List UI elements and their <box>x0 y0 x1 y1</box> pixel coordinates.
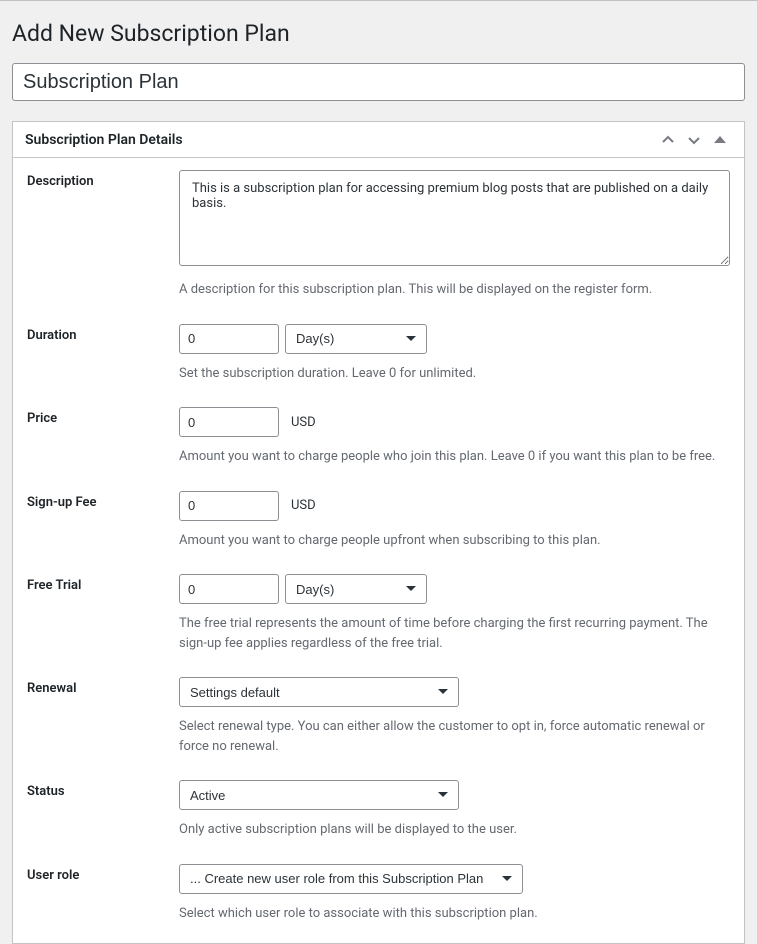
user-role-help: Select which user role to associate with… <box>179 904 730 924</box>
status-select[interactable]: Active <box>179 780 459 810</box>
duration-label: Duration <box>27 324 179 343</box>
free-trial-help: The free trial represents the amount of … <box>179 614 730 653</box>
move-down-icon[interactable] <box>682 128 706 152</box>
move-up-icon[interactable] <box>656 128 680 152</box>
status-help: Only active subscription plans will be d… <box>179 820 730 840</box>
user-role-select[interactable]: ... Create new user role from this Subsc… <box>179 864 523 894</box>
duration-unit-select[interactable]: Day(s) <box>285 324 427 354</box>
description-help: A description for this subscription plan… <box>179 280 730 300</box>
free-trial-unit-select[interactable]: Day(s) <box>285 574 427 604</box>
free-trial-label: Free Trial <box>27 574 179 593</box>
plan-title-input[interactable] <box>12 63 745 101</box>
renewal-label: Renewal <box>27 677 179 696</box>
renewal-help: Select renewal type. You can either allo… <box>179 717 730 756</box>
price-input[interactable] <box>179 407 279 437</box>
signup-fee-label: Sign-up Fee <box>27 491 179 510</box>
description-label: Description <box>27 170 179 189</box>
page-heading: Add New Subscription Plan <box>12 11 745 51</box>
signup-fee-currency: USD <box>291 498 316 513</box>
details-panel: Subscription Plan Details Description Th… <box>12 121 745 944</box>
user-role-label: User role <box>27 864 179 883</box>
duration-input[interactable] <box>179 324 279 354</box>
price-label: Price <box>27 407 179 426</box>
renewal-select[interactable]: Settings default <box>179 677 459 707</box>
status-label: Status <box>27 780 179 799</box>
free-trial-input[interactable] <box>179 574 279 604</box>
price-currency: USD <box>291 415 316 430</box>
toggle-panel-icon[interactable] <box>708 128 732 152</box>
description-textarea[interactable]: This is a subscription plan for accessin… <box>179 170 730 266</box>
signup-fee-help: Amount you want to charge people upfront… <box>179 531 730 551</box>
signup-fee-input[interactable] <box>179 491 279 521</box>
panel-title: Subscription Plan Details <box>25 132 183 148</box>
price-help: Amount you want to charge people who joi… <box>179 447 730 467</box>
duration-help: Set the subscription duration. Leave 0 f… <box>179 364 730 384</box>
